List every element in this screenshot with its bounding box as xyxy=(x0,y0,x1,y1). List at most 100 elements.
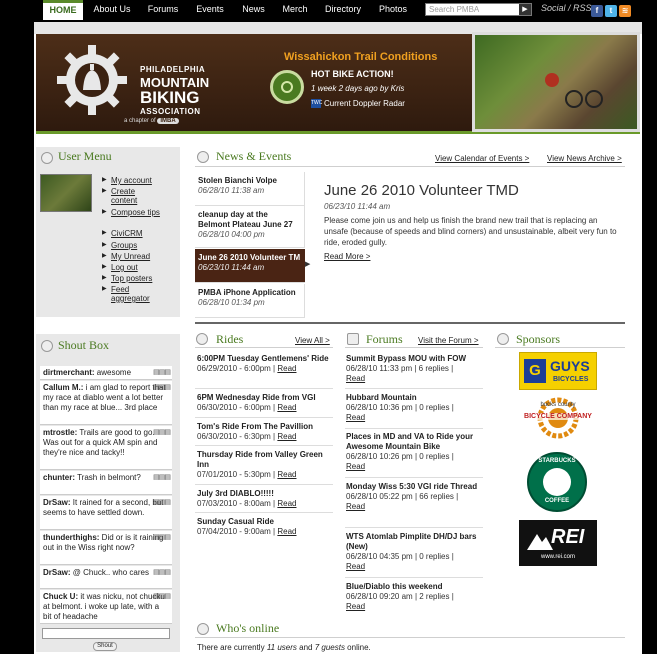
shout-actions-icon[interactable]: ▤▤▤ xyxy=(153,428,171,438)
shout-user[interactable]: thunderthighs: xyxy=(43,533,99,542)
shout-button[interactable]: Shout xyxy=(93,642,117,651)
menu-top-posters-link[interactable]: Top posters xyxy=(111,274,152,283)
read-more-link[interactable]: Read More > xyxy=(324,252,370,261)
guys-bicycles-logo[interactable]: G GUYS BICYCLES xyxy=(519,352,597,390)
menu-groups[interactable]: Groups xyxy=(102,241,137,250)
shout-input[interactable] xyxy=(42,628,170,639)
menu-top-posters[interactable]: Top posters xyxy=(102,274,152,283)
feature-title[interactable]: June 26 2010 Volunteer TMD xyxy=(324,182,519,199)
menu-create-content-link[interactable]: Create content xyxy=(111,187,137,205)
nav-events[interactable]: Events xyxy=(190,0,230,20)
rider-figure xyxy=(545,73,559,87)
nav-home[interactable]: HOME xyxy=(43,0,83,20)
nav-forums[interactable]: Forums xyxy=(143,0,183,20)
search-input[interactable]: Search PMBA xyxy=(425,3,532,16)
imba-logo[interactable]: IMBA xyxy=(157,118,179,124)
forum-title[interactable]: Places in MD and VA to Ride your Awesome… xyxy=(346,432,482,452)
news-tab[interactable]: cleanup day at the Belmont Plateau June … xyxy=(195,206,305,248)
twitter-icon[interactable]: t xyxy=(605,5,617,17)
visit-forum-link[interactable]: Visit the Forum > xyxy=(418,336,479,346)
menu-civicrm[interactable]: CiviCRM xyxy=(102,229,143,238)
view-calendar-link[interactable]: View Calendar of Events > xyxy=(435,154,529,164)
shout-user[interactable]: Callum M.: xyxy=(43,383,83,392)
nav-news[interactable]: News xyxy=(237,0,270,20)
news-tab[interactable]: PMBA iPhone Application 06/28/10 01:34 pm xyxy=(195,284,305,318)
doppler-radar-link[interactable]: Current Doppler Radar xyxy=(324,99,405,108)
trail-photo[interactable] xyxy=(472,32,640,132)
menu-feed-aggregator-link[interactable]: Feed aggregator xyxy=(111,285,150,303)
read-link[interactable]: Read xyxy=(346,502,365,511)
trail-conditions-title[interactable]: Wissahickon Trail Conditions xyxy=(284,51,437,63)
starbucks-logo[interactable]: STARBUCKS COFFEE xyxy=(527,452,587,512)
shout-actions-icon[interactable]: ▤▤▤ xyxy=(153,592,171,602)
shout-actions-icon[interactable]: ▤▤▤ xyxy=(153,533,171,543)
social-label: Social / RSS xyxy=(541,3,592,13)
forum-title[interactable]: WTS Atomlab Pimplite DH/DJ bars (New) xyxy=(346,532,482,552)
forum-title[interactable]: Hubbard Mountain xyxy=(346,393,482,403)
news-tab-active[interactable]: June 26 2010 Volunteer TM 06/23/10 11:44 … xyxy=(195,249,305,283)
shout-user[interactable]: Chuck U: xyxy=(43,592,78,601)
shout-user[interactable]: dirtmerchant: xyxy=(43,368,95,377)
shout-actions-icon[interactable]: ▤▤▤ xyxy=(153,473,171,483)
menu-my-account[interactable]: My account xyxy=(102,176,152,185)
sponsor-name: REI xyxy=(551,526,585,548)
ride-title[interactable]: 6PM Wednesday Ride from VGI xyxy=(197,393,331,403)
shout-actions-icon[interactable]: ▤▤▤ xyxy=(153,498,171,508)
ride-title[interactable]: July 3rd DIABLO!!!!! xyxy=(197,489,331,499)
menu-groups-link[interactable]: Groups xyxy=(111,241,137,250)
nav-merch[interactable]: Merch xyxy=(277,0,313,20)
shout-user[interactable]: chunter: xyxy=(43,473,75,482)
shout-actions-icon[interactable]: ▤▤▤ xyxy=(153,368,171,378)
read-link[interactable]: Read xyxy=(277,432,296,441)
rss-icon[interactable]: ≋ xyxy=(619,5,631,17)
news-tab[interactable]: Stolen Bianchi Volpe 06/28/10 11:38 am xyxy=(195,172,305,206)
ride-title[interactable]: Thursday Ride from Valley Green Inn xyxy=(197,450,331,470)
shout-item: DrSaw: It rained for a second, but seems… xyxy=(40,496,172,530)
read-link[interactable]: Read xyxy=(346,562,365,571)
bucks-county-bicycle-logo[interactable]: bucks county BICYCLE COMPANY xyxy=(518,396,598,440)
menu-my-unread[interactable]: My Unread xyxy=(102,252,150,261)
shout-user[interactable]: DrSaw: xyxy=(43,568,71,577)
read-link[interactable]: Read xyxy=(346,413,365,422)
divider xyxy=(195,637,625,638)
menu-my-account-link[interactable]: My account xyxy=(111,176,152,185)
ride-title[interactable]: Sunday Casual Ride xyxy=(197,517,331,527)
rides-view-all-link[interactable]: View All > xyxy=(295,336,330,346)
menu-my-unread-link[interactable]: My Unread xyxy=(111,252,150,261)
menu-log-out-link[interactable]: Log out xyxy=(111,263,138,272)
view-news-archive-link[interactable]: View News Archive > xyxy=(547,154,622,164)
nav-photos[interactable]: Photos xyxy=(373,0,413,20)
read-link[interactable]: Read xyxy=(346,462,365,471)
search-go-icon[interactable]: ▶ xyxy=(519,4,531,15)
forum-title[interactable]: Summit Bypass MOU with FOW xyxy=(346,354,482,364)
menu-feed-aggregator[interactable]: Feed aggregator xyxy=(102,285,161,303)
menu-compose-tips[interactable]: Compose tips xyxy=(102,208,161,217)
pmba-gear-logo[interactable] xyxy=(54,42,130,118)
read-link[interactable]: Read xyxy=(277,364,296,373)
ride-title[interactable]: 6:00PM Tuesday Gentlemens' Ride xyxy=(197,354,331,364)
menu-civicrm-link[interactable]: CiviCRM xyxy=(111,229,143,238)
shout-actions-icon[interactable]: ▤▤▤ xyxy=(153,383,171,393)
nav-directory[interactable]: Directory xyxy=(320,0,366,20)
menu-compose-tips-link[interactable]: Compose tips xyxy=(111,208,160,217)
read-link[interactable]: Read xyxy=(277,527,296,536)
forum-title[interactable]: Blue/Diablo this weekend xyxy=(346,582,482,592)
rei-logo[interactable]: REI www.rei.com xyxy=(519,520,597,566)
shout-actions-icon[interactable]: ▤▤▤ xyxy=(153,568,171,578)
read-link[interactable]: Read xyxy=(346,602,365,611)
user-avatar[interactable] xyxy=(40,174,92,212)
read-link[interactable]: Read xyxy=(346,374,365,383)
facebook-icon[interactable]: f xyxy=(591,5,603,17)
menu-create-content[interactable]: Create content xyxy=(102,187,161,205)
shout-user[interactable]: DrSaw: xyxy=(43,498,71,507)
menu-log-out[interactable]: Log out xyxy=(102,263,138,272)
nav-about-us[interactable]: About Us xyxy=(88,0,136,20)
read-link[interactable]: Read xyxy=(277,499,296,508)
read-link[interactable]: Read xyxy=(277,470,296,479)
divider xyxy=(345,577,483,578)
shout-text: Trash in belmont? xyxy=(77,473,141,482)
forum-title[interactable]: Monday Wiss 5:30 VGI ride Thread xyxy=(346,482,482,492)
shout-user[interactable]: mtrostle: xyxy=(43,428,77,437)
read-link[interactable]: Read xyxy=(277,403,296,412)
ride-title[interactable]: Tom's Ride From The Pavillion xyxy=(197,422,331,432)
